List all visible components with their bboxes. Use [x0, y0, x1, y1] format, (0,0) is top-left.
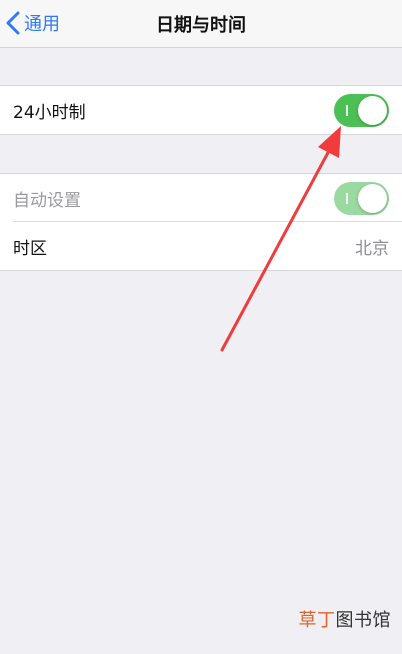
navigation-bar: 通用 日期与时间 [0, 0, 402, 48]
setting-row-auto-set: 自动设置 [0, 174, 402, 222]
toggle-knob [358, 184, 387, 213]
watermark-part-2: 图书馆 [335, 610, 391, 631]
setting-label-timezone: 时区 [13, 238, 47, 259]
timezone-value: 北京 [355, 238, 389, 259]
settings-group-time: 自动设置 时区 北京 [0, 173, 402, 271]
setting-label-24-hour: 24小时制 [13, 102, 86, 123]
toggle-24-hour[interactable] [334, 94, 389, 127]
setting-row-24-hour: 24小时制 [0, 86, 402, 134]
watermark: 草丁图书馆 [299, 606, 392, 632]
toggle-auto-set[interactable] [334, 182, 389, 215]
toggle-knob [358, 96, 387, 125]
toggle-on-mark [346, 105, 348, 116]
setting-row-timezone[interactable]: 时区 北京 [0, 222, 402, 270]
toggle-on-mark [346, 193, 348, 204]
setting-label-auto-set: 自动设置 [13, 190, 81, 211]
watermark-part-1: 草丁 [298, 610, 336, 631]
settings-group-format: 24小时制 [0, 85, 402, 135]
page-title: 日期与时间 [156, 15, 246, 36]
